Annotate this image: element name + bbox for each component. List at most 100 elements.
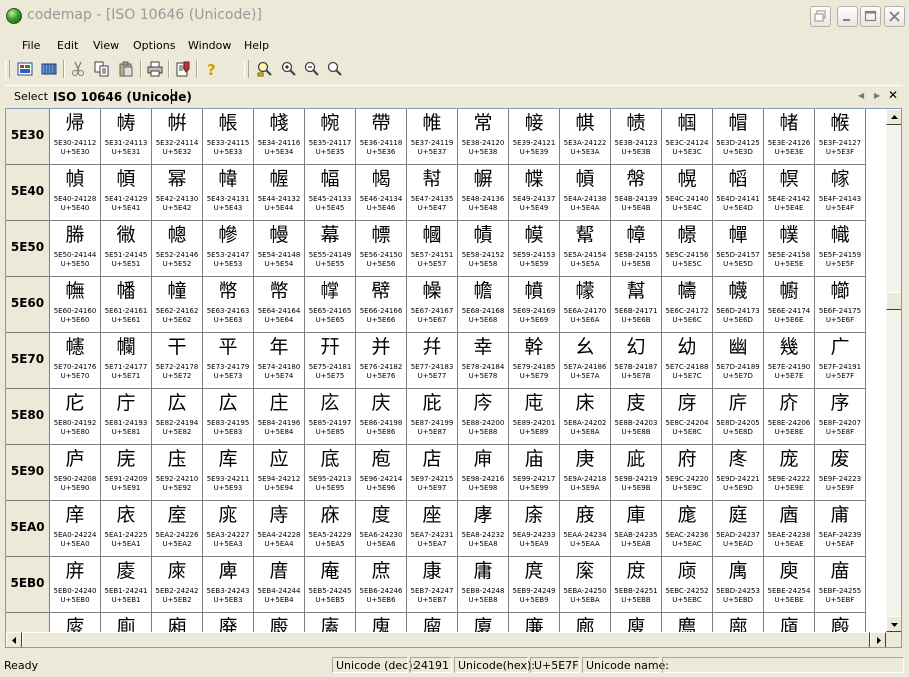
character-cell[interactable]: 廌5ECC-24268U+5ECC: [662, 613, 713, 632]
vertical-scroll-thumb[interactable]: [886, 292, 901, 310]
character-cell[interactable]: 廃5EC3-24259U+5EC3: [203, 613, 254, 632]
character-cell[interactable]: 廆5EC6-24262U+5EC6: [356, 613, 407, 632]
character-cell[interactable]: 帴 5E34-24116 U+5E34: [254, 109, 305, 165]
character-cell[interactable]: 幞 5E5E-24158 U+5E5E: [764, 221, 815, 277]
character-cell[interactable]: 廎5ECE-24270U+5ECE: [764, 613, 815, 632]
character-cell[interactable]: 帺 5E3A-24122 U+5E3A: [560, 109, 611, 165]
character-cell[interactable]: 庒 5E92-24210 U+5E92: [152, 445, 203, 501]
character-cell[interactable]: 幾 5E7E-24190 U+5E7E: [764, 333, 815, 389]
character-cell[interactable]: 帰 5E30-24112 U+5E30: [50, 109, 101, 165]
character-cell[interactable]: 庑 5E91-24209 U+5E91: [101, 445, 152, 501]
character-cell[interactable]: 廁5EC1-24257U+5EC1: [101, 613, 152, 632]
character-cell[interactable]: 幱 5E71-24177 U+5E71: [101, 333, 152, 389]
character-cell[interactable]: 廊5ECA-24266U+5ECA: [560, 613, 611, 632]
character-cell[interactable]: 幷 5E77-24183 U+5E77: [407, 333, 458, 389]
character-cell[interactable]: 廏5ECF-24271U+5ECF: [815, 613, 866, 632]
character-cell[interactable]: 庶 5EB6-24246 U+5EB6: [356, 557, 407, 613]
character-cell[interactable]: 庾 5EBE-24254 U+5EBE: [764, 557, 815, 613]
character-cell[interactable]: 幣 5E63-24163 U+5E63: [203, 277, 254, 333]
character-cell[interactable]: 幟 5E5F-24159 U+5E5F: [815, 221, 866, 277]
character-cell[interactable]: 幗 5E57-24151 U+5E57: [407, 221, 458, 277]
zoom-in-icon[interactable]: [279, 59, 299, 79]
character-cell[interactable]: 幼 5E7C-24188 U+5E7C: [662, 333, 713, 389]
character-cell[interactable]: 幮 5E6E-24174 U+5E6E: [764, 277, 815, 333]
character-cell[interactable]: 幦 5E66-24166 U+5E66: [356, 277, 407, 333]
character-cell[interactable]: 幁 5E41-24129 U+5E41: [101, 165, 152, 221]
character-cell[interactable]: 应 5E94-24212 U+5E94: [254, 445, 305, 501]
character-cell[interactable]: 広 5E83-24195 U+5E83: [203, 389, 254, 445]
table-view-icon[interactable]: [39, 59, 59, 79]
character-cell[interactable]: 幭 5E6D-24173 U+5E6D: [713, 277, 764, 333]
character-cell[interactable]: 庙 5E99-24217 U+5E99: [509, 445, 560, 501]
character-cell[interactable]: 庱 5EB1-24241 U+5EB1: [101, 557, 152, 613]
toolbar-grip[interactable]: [5, 60, 10, 78]
scroll-down-icon[interactable]: [886, 616, 901, 632]
font-properties-icon[interactable]: [173, 59, 193, 79]
character-cell[interactable]: 幢 5E62-24162 U+5E62: [152, 277, 203, 333]
charmap-icon[interactable]: [15, 59, 35, 79]
minimize-button[interactable]: [837, 6, 858, 27]
character-cell[interactable]: 幉 5E49-24137 U+5E49: [509, 165, 560, 221]
character-cell[interactable]: 广 5E7F-24191 U+5E7F: [815, 333, 866, 389]
character-cell[interactable]: 幔 5E54-24148 U+5E54: [254, 221, 305, 277]
character-cell[interactable]: 帷 5E37-24119 U+5E37: [407, 109, 458, 165]
character-cell[interactable]: 庫 5EAB-24235 U+5EAB: [611, 501, 662, 557]
character-cell[interactable]: 幂 5E42-24130 U+5E42: [152, 165, 203, 221]
character-cell[interactable]: 度 5EA6-24230 U+5EA6: [356, 501, 407, 557]
character-cell[interactable]: 廅5EC5-24261U+5EC5: [305, 613, 356, 632]
character-cell[interactable]: 幏 5E4F-24143 U+5E4F: [815, 165, 866, 221]
character-cell[interactable]: 幙 5E59-24153 U+5E59: [509, 221, 560, 277]
character-cell[interactable]: 庠 5EA0-24224 U+5EA0: [50, 501, 101, 557]
character-cell[interactable]: 幚 5E5A-24154 U+5E5A: [560, 221, 611, 277]
character-cell[interactable]: 庡 5EA1-24225 U+5EA1: [101, 501, 152, 557]
character-cell[interactable]: 幯 5E6F-24175 U+5E6F: [815, 277, 866, 333]
character-cell[interactable]: 廉5EC9-24265U+5EC9: [509, 613, 560, 632]
zoom-out-icon[interactable]: [302, 59, 322, 79]
character-cell[interactable]: 幀 5E40-24128 U+5E40: [50, 165, 101, 221]
character-cell[interactable]: 幺 5E7A-24186 U+5E7A: [560, 333, 611, 389]
character-cell[interactable]: 幃 5E43-24131 U+5E43: [203, 165, 254, 221]
character-cell[interactable]: 庬 5EAC-24236 U+5EAC: [662, 501, 713, 557]
character-cell[interactable]: 幧 5E67-24167 U+5E67: [407, 277, 458, 333]
character-cell[interactable]: 幄 5E44-24132 U+5E44: [254, 165, 305, 221]
character-cell[interactable]: 庉 5E89-24201 U+5E89: [509, 389, 560, 445]
paste-icon[interactable]: [116, 59, 136, 79]
scroll-up-icon[interactable]: [886, 109, 901, 125]
character-cell[interactable]: 帾 5E3E-24126 U+5E3E: [764, 109, 815, 165]
character-cell[interactable]: 庚 5E9A-24218 U+5E9A: [560, 445, 611, 501]
character-cell[interactable]: 庀 5E80-24192 U+5E80: [50, 389, 101, 445]
character-cell[interactable]: 年 5E74-24180 U+5E74: [254, 333, 305, 389]
character-cell[interactable]: 廋5ECB-24267U+5ECB: [611, 613, 662, 632]
zoom-icon[interactable]: [325, 59, 345, 79]
character-cell[interactable]: 廄5EC4-24260U+5EC4: [254, 613, 305, 632]
character-cell[interactable]: 庪 5EAA-24234 U+5EAA: [560, 501, 611, 557]
character-cell[interactable]: 幛 5E5B-24155 U+5E5B: [611, 221, 662, 277]
character-cell[interactable]: 幡 5E61-24161 U+5E61: [101, 277, 152, 333]
character-cell[interactable]: 庨 5EA8-24232 U+5EA8: [458, 501, 509, 557]
character-cell[interactable]: 底 5E95-24213 U+5E95: [305, 445, 356, 501]
character-cell[interactable]: 幌 5E4C-24140 U+5E4C: [662, 165, 713, 221]
character-cell[interactable]: 庈 5E88-24200 U+5E88: [458, 389, 509, 445]
character-cell[interactable]: 廈5EC8-24264U+5EC8: [458, 613, 509, 632]
character-cell[interactable]: 幕 5E55-24149 U+5E55: [305, 221, 356, 277]
character-cell[interactable]: 幇 5E47-24135 U+5E47: [407, 165, 458, 221]
character-cell[interactable]: 幝 5E5D-24157 U+5E5D: [713, 221, 764, 277]
prev-arrow-icon[interactable]: ◀: [858, 91, 864, 100]
menu-view[interactable]: View: [93, 39, 119, 52]
print-icon[interactable]: [145, 59, 165, 79]
character-cell[interactable]: 庴 5EB4-24244 U+5EB4: [254, 557, 305, 613]
character-cell[interactable]: 廍5ECD-24269U+5ECD: [713, 613, 764, 632]
character-cell[interactable]: 帱 5E31-24113 U+5E31: [101, 109, 152, 165]
character-cell[interactable]: 序 5E8F-24207 U+5E8F: [815, 389, 866, 445]
character-cell[interactable]: 庁 5E81-24193 U+5E81: [101, 389, 152, 445]
character-cell[interactable]: 庭 5EAD-24237 U+5EAD: [713, 501, 764, 557]
character-cell[interactable]: 幰 5E70-24176 U+5E70: [50, 333, 101, 389]
character-cell[interactable]: 廀5EC0-24256U+5EC0: [50, 613, 101, 632]
character-cell[interactable]: 帼 5E3C-24124 U+5E3C: [662, 109, 713, 165]
character-cell[interactable]: 幽 5E7D-24189 U+5E7D: [713, 333, 764, 389]
help-icon[interactable]: ?: [201, 59, 221, 79]
character-cell[interactable]: 幓 5E53-24147 U+5E53: [203, 221, 254, 277]
character-cell[interactable]: 庇 5E87-24199 U+5E87: [407, 389, 458, 445]
scroll-left-icon[interactable]: [6, 632, 22, 647]
character-cell[interactable]: 庵 5EB5-24245 U+5EB5: [305, 557, 356, 613]
